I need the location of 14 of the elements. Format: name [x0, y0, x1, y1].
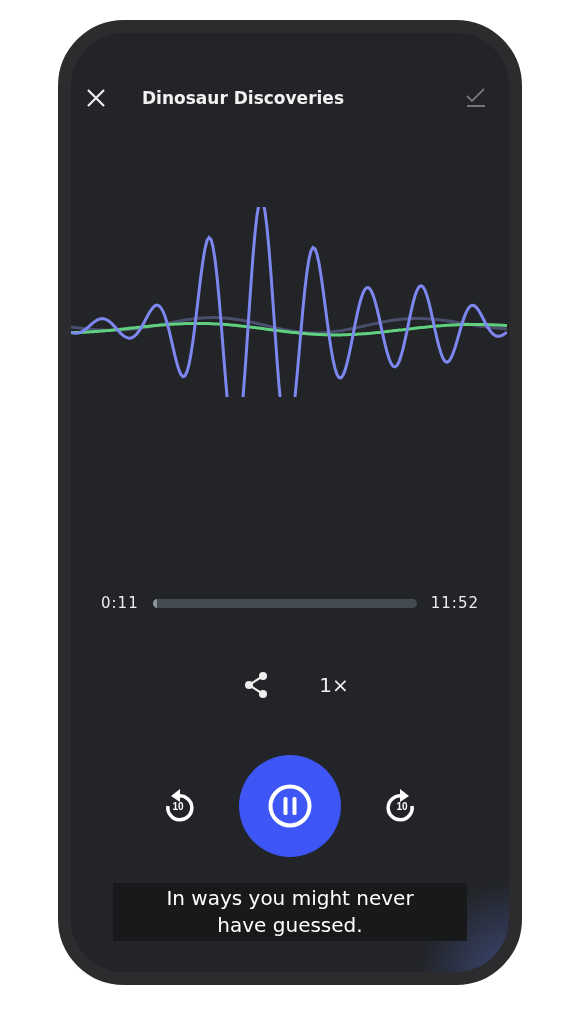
- close-button[interactable]: [86, 88, 106, 108]
- rewind-button[interactable]: 10: [159, 786, 197, 826]
- close-icon: [86, 88, 106, 108]
- caption-text: In ways you might never have guessed.: [113, 883, 467, 941]
- pause-icon: [267, 783, 313, 829]
- episode-title: Dinosaur Discoveries: [142, 88, 345, 108]
- share-icon: [243, 671, 270, 699]
- done-button[interactable]: [465, 88, 487, 108]
- share-button[interactable]: [243, 671, 270, 699]
- speed-button[interactable]: 1×: [319, 673, 349, 697]
- total-time: 11:52: [430, 594, 479, 612]
- forward-button[interactable]: 10: [383, 786, 421, 826]
- checkmark-icon: [465, 88, 487, 108]
- elapsed-time: 0:11: [101, 594, 139, 612]
